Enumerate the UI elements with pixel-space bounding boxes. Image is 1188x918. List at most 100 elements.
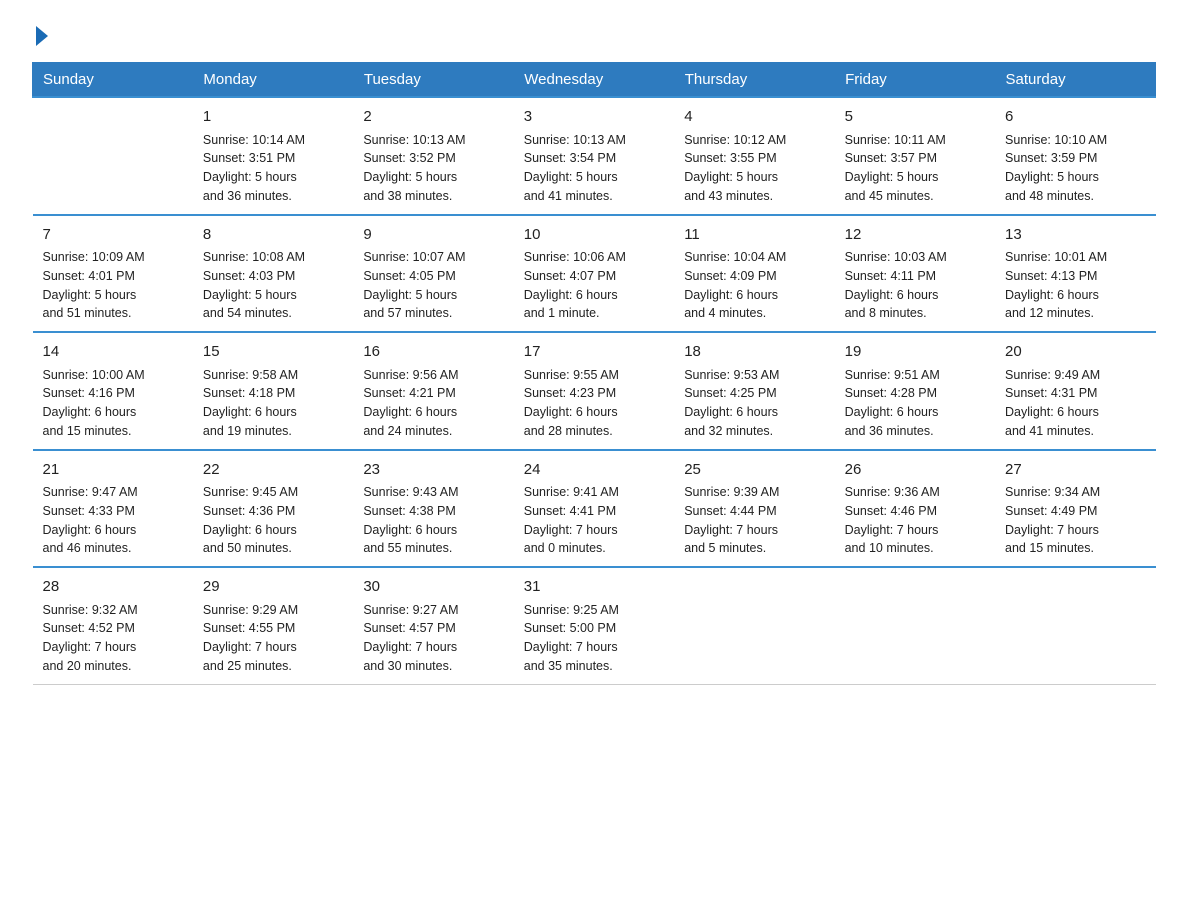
calendar-cell: 4Sunrise: 10:12 AM Sunset: 3:55 PM Dayli… xyxy=(674,97,834,215)
cell-sun-info: Sunrise: 9:51 AM Sunset: 4:28 PM Dayligh… xyxy=(845,366,985,441)
cell-date-number: 13 xyxy=(1005,224,1145,247)
cell-date-number: 26 xyxy=(845,459,985,482)
calendar-cell: 17Sunrise: 9:55 AM Sunset: 4:23 PM Dayli… xyxy=(514,332,674,450)
day-header-friday: Friday xyxy=(835,63,995,98)
day-header-sunday: Sunday xyxy=(33,63,193,98)
cell-sun-info: Sunrise: 10:12 AM Sunset: 3:55 PM Daylig… xyxy=(684,131,824,206)
calendar-cell: 10Sunrise: 10:06 AM Sunset: 4:07 PM Dayl… xyxy=(514,215,674,333)
calendar-cell: 2Sunrise: 10:13 AM Sunset: 3:52 PM Dayli… xyxy=(353,97,513,215)
cell-date-number: 22 xyxy=(203,459,343,482)
cell-sun-info: Sunrise: 9:27 AM Sunset: 4:57 PM Dayligh… xyxy=(363,601,503,676)
cell-sun-info: Sunrise: 9:58 AM Sunset: 4:18 PM Dayligh… xyxy=(203,366,343,441)
cell-sun-info: Sunrise: 9:53 AM Sunset: 4:25 PM Dayligh… xyxy=(684,366,824,441)
calendar-week-row: 28Sunrise: 9:32 AM Sunset: 4:52 PM Dayli… xyxy=(33,567,1156,684)
cell-date-number: 8 xyxy=(203,224,343,247)
calendar-week-row: 14Sunrise: 10:00 AM Sunset: 4:16 PM Dayl… xyxy=(33,332,1156,450)
calendar-cell: 3Sunrise: 10:13 AM Sunset: 3:54 PM Dayli… xyxy=(514,97,674,215)
cell-sun-info: Sunrise: 10:08 AM Sunset: 4:03 PM Daylig… xyxy=(203,248,343,323)
cell-sun-info: Sunrise: 9:41 AM Sunset: 4:41 PM Dayligh… xyxy=(524,483,664,558)
calendar-cell xyxy=(995,567,1155,684)
cell-date-number: 5 xyxy=(845,106,985,129)
calendar-week-row: 7Sunrise: 10:09 AM Sunset: 4:01 PM Dayli… xyxy=(33,215,1156,333)
cell-sun-info: Sunrise: 9:34 AM Sunset: 4:49 PM Dayligh… xyxy=(1005,483,1145,558)
calendar-cell: 26Sunrise: 9:36 AM Sunset: 4:46 PM Dayli… xyxy=(835,450,995,568)
cell-sun-info: Sunrise: 10:13 AM Sunset: 3:54 PM Daylig… xyxy=(524,131,664,206)
cell-date-number: 28 xyxy=(43,576,183,599)
calendar-cell: 28Sunrise: 9:32 AM Sunset: 4:52 PM Dayli… xyxy=(33,567,193,684)
calendar-cell: 13Sunrise: 10:01 AM Sunset: 4:13 PM Dayl… xyxy=(995,215,1155,333)
calendar-cell: 11Sunrise: 10:04 AM Sunset: 4:09 PM Dayl… xyxy=(674,215,834,333)
calendar-cell xyxy=(674,567,834,684)
cell-date-number: 25 xyxy=(684,459,824,482)
cell-date-number: 12 xyxy=(845,224,985,247)
cell-date-number: 14 xyxy=(43,341,183,364)
logo-arrow-icon xyxy=(36,26,48,46)
cell-date-number: 24 xyxy=(524,459,664,482)
cell-date-number: 29 xyxy=(203,576,343,599)
calendar-cell: 21Sunrise: 9:47 AM Sunset: 4:33 PM Dayli… xyxy=(33,450,193,568)
cell-sun-info: Sunrise: 10:13 AM Sunset: 3:52 PM Daylig… xyxy=(363,131,503,206)
cell-date-number: 6 xyxy=(1005,106,1145,129)
cell-sun-info: Sunrise: 10:01 AM Sunset: 4:13 PM Daylig… xyxy=(1005,248,1145,323)
cell-date-number: 31 xyxy=(524,576,664,599)
cell-sun-info: Sunrise: 10:03 AM Sunset: 4:11 PM Daylig… xyxy=(845,248,985,323)
cell-sun-info: Sunrise: 10:11 AM Sunset: 3:57 PM Daylig… xyxy=(845,131,985,206)
cell-sun-info: Sunrise: 9:39 AM Sunset: 4:44 PM Dayligh… xyxy=(684,483,824,558)
calendar-cell: 19Sunrise: 9:51 AM Sunset: 4:28 PM Dayli… xyxy=(835,332,995,450)
calendar-cell: 29Sunrise: 9:29 AM Sunset: 4:55 PM Dayli… xyxy=(193,567,353,684)
cell-date-number: 10 xyxy=(524,224,664,247)
cell-sun-info: Sunrise: 10:00 AM Sunset: 4:16 PM Daylig… xyxy=(43,366,183,441)
calendar-cell xyxy=(835,567,995,684)
calendar-week-row: 21Sunrise: 9:47 AM Sunset: 4:33 PM Dayli… xyxy=(33,450,1156,568)
cell-date-number: 27 xyxy=(1005,459,1145,482)
cell-date-number: 30 xyxy=(363,576,503,599)
cell-sun-info: Sunrise: 10:06 AM Sunset: 4:07 PM Daylig… xyxy=(524,248,664,323)
calendar-table: SundayMondayTuesdayWednesdayThursdayFrid… xyxy=(32,62,1156,685)
cell-date-number: 17 xyxy=(524,341,664,364)
cell-sun-info: Sunrise: 9:25 AM Sunset: 5:00 PM Dayligh… xyxy=(524,601,664,676)
cell-date-number: 2 xyxy=(363,106,503,129)
cell-sun-info: Sunrise: 9:36 AM Sunset: 4:46 PM Dayligh… xyxy=(845,483,985,558)
calendar-header-row: SundayMondayTuesdayWednesdayThursdayFrid… xyxy=(33,63,1156,98)
calendar-cell: 24Sunrise: 9:41 AM Sunset: 4:41 PM Dayli… xyxy=(514,450,674,568)
calendar-cell: 16Sunrise: 9:56 AM Sunset: 4:21 PM Dayli… xyxy=(353,332,513,450)
calendar-cell: 8Sunrise: 10:08 AM Sunset: 4:03 PM Dayli… xyxy=(193,215,353,333)
cell-date-number: 4 xyxy=(684,106,824,129)
cell-sun-info: Sunrise: 9:45 AM Sunset: 4:36 PM Dayligh… xyxy=(203,483,343,558)
calendar-cell: 18Sunrise: 9:53 AM Sunset: 4:25 PM Dayli… xyxy=(674,332,834,450)
calendar-cell: 31Sunrise: 9:25 AM Sunset: 5:00 PM Dayli… xyxy=(514,567,674,684)
cell-sun-info: Sunrise: 10:09 AM Sunset: 4:01 PM Daylig… xyxy=(43,248,183,323)
day-header-monday: Monday xyxy=(193,63,353,98)
calendar-cell: 12Sunrise: 10:03 AM Sunset: 4:11 PM Dayl… xyxy=(835,215,995,333)
cell-date-number: 23 xyxy=(363,459,503,482)
cell-sun-info: Sunrise: 9:32 AM Sunset: 4:52 PM Dayligh… xyxy=(43,601,183,676)
calendar-cell: 1Sunrise: 10:14 AM Sunset: 3:51 PM Dayli… xyxy=(193,97,353,215)
cell-sun-info: Sunrise: 10:07 AM Sunset: 4:05 PM Daylig… xyxy=(363,248,503,323)
cell-sun-info: Sunrise: 9:29 AM Sunset: 4:55 PM Dayligh… xyxy=(203,601,343,676)
cell-date-number: 1 xyxy=(203,106,343,129)
cell-date-number: 18 xyxy=(684,341,824,364)
calendar-cell: 25Sunrise: 9:39 AM Sunset: 4:44 PM Dayli… xyxy=(674,450,834,568)
cell-sun-info: Sunrise: 9:55 AM Sunset: 4:23 PM Dayligh… xyxy=(524,366,664,441)
page-header xyxy=(32,24,1156,46)
day-header-saturday: Saturday xyxy=(995,63,1155,98)
calendar-cell: 14Sunrise: 10:00 AM Sunset: 4:16 PM Dayl… xyxy=(33,332,193,450)
calendar-cell: 27Sunrise: 9:34 AM Sunset: 4:49 PM Dayli… xyxy=(995,450,1155,568)
cell-date-number: 9 xyxy=(363,224,503,247)
calendar-cell: 20Sunrise: 9:49 AM Sunset: 4:31 PM Dayli… xyxy=(995,332,1155,450)
calendar-cell: 9Sunrise: 10:07 AM Sunset: 4:05 PM Dayli… xyxy=(353,215,513,333)
calendar-cell: 6Sunrise: 10:10 AM Sunset: 3:59 PM Dayli… xyxy=(995,97,1155,215)
cell-sun-info: Sunrise: 9:47 AM Sunset: 4:33 PM Dayligh… xyxy=(43,483,183,558)
cell-date-number: 16 xyxy=(363,341,503,364)
cell-sun-info: Sunrise: 10:10 AM Sunset: 3:59 PM Daylig… xyxy=(1005,131,1145,206)
calendar-week-row: 1Sunrise: 10:14 AM Sunset: 3:51 PM Dayli… xyxy=(33,97,1156,215)
cell-sun-info: Sunrise: 9:49 AM Sunset: 4:31 PM Dayligh… xyxy=(1005,366,1145,441)
calendar-cell: 15Sunrise: 9:58 AM Sunset: 4:18 PM Dayli… xyxy=(193,332,353,450)
cell-date-number: 7 xyxy=(43,224,183,247)
cell-sun-info: Sunrise: 10:14 AM Sunset: 3:51 PM Daylig… xyxy=(203,131,343,206)
calendar-cell: 30Sunrise: 9:27 AM Sunset: 4:57 PM Dayli… xyxy=(353,567,513,684)
day-header-thursday: Thursday xyxy=(674,63,834,98)
cell-date-number: 3 xyxy=(524,106,664,129)
calendar-cell: 5Sunrise: 10:11 AM Sunset: 3:57 PM Dayli… xyxy=(835,97,995,215)
cell-date-number: 19 xyxy=(845,341,985,364)
